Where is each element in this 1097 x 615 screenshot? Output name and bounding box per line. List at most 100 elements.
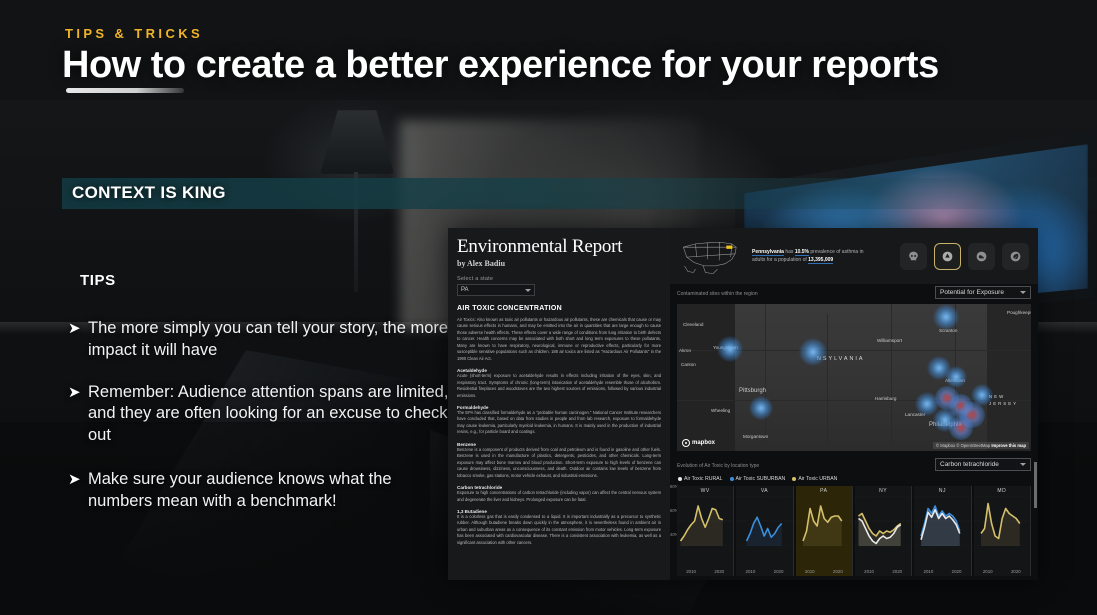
x-tick-label: 2010 <box>804 568 815 574</box>
chart-scrollbar[interactable] <box>1034 462 1037 508</box>
list-item: ➤ Remember: Audience attention spans are… <box>68 382 460 447</box>
x-tick-label: 2010 <box>745 568 756 574</box>
chart-x-axis: 2010 2020 <box>974 566 1030 576</box>
chart-x-axis: 2010 2020 <box>855 566 911 576</box>
pollutant-dropdown[interactable]: Carbon tetrachloride <box>935 458 1031 471</box>
droplet-triangle-icon-button[interactable] <box>934 242 961 270</box>
report-intro-text: Air Toxics: Also known as toxic air poll… <box>457 317 661 361</box>
tips-list: ➤ The more simply you can tell your stor… <box>68 318 460 532</box>
arrow-bullet-icon: ➤ <box>68 320 81 337</box>
map-attribution-link[interactable]: Improve this map <box>991 443 1026 448</box>
leaf-icon-button[interactable] <box>1002 242 1029 270</box>
legend-item-suburban[interactable]: Air Toxic SUBURBAN <box>729 476 786 482</box>
x-tick-label: 2020 <box>951 568 962 574</box>
small-multiple-plot <box>854 496 912 546</box>
map-attribution[interactable]: © Mapbox © OpenStreetMap Improve this ma… <box>933 442 1029 449</box>
small-multiple-plot <box>914 496 971 546</box>
x-tick-label: 2020 <box>773 568 784 574</box>
legend-swatch-icon <box>729 477 734 481</box>
small-multiple-va[interactable]: VA 2010 2020 <box>736 486 794 576</box>
state-select[interactable]: PA <box>457 284 535 296</box>
chart-panel: Evolution of Air Toxic by location type … <box>670 456 1038 580</box>
small-multiple-plot <box>795 496 852 546</box>
chart-x-axis: 2010 2020 <box>736 566 792 576</box>
map-hotspot[interactable] <box>945 366 967 388</box>
exposure-dropdown[interactable]: Potential for Exposure <box>935 286 1031 299</box>
exposure-dropdown-value: Potential for Exposure <box>940 289 1004 296</box>
tips-heading: TIPS <box>80 272 116 289</box>
chart-header: Evolution of Air Toxic by location type … <box>670 456 1038 476</box>
small-multiple-title: NJ <box>938 488 947 494</box>
map-hotspot[interactable] <box>717 336 743 362</box>
legend-item-urban[interactable]: Air Toxic URBAN <box>792 476 837 482</box>
map-hotspot[interactable] <box>933 408 957 432</box>
small-multiple-md[interactable]: MD 2010 2020 <box>973 486 1031 576</box>
x-tick-label: 2010 <box>923 568 934 574</box>
small-multiple-wv[interactable]: WV 2010 2020 <box>677 486 735 576</box>
kpi-strip: Pennsylvania has 10.5% prevalence of ast… <box>670 228 1038 284</box>
map-hotspot[interactable] <box>799 338 827 366</box>
cloud-icon-button[interactable] <box>968 242 995 270</box>
tip-text: Remember: Audience attention spans are l… <box>88 382 449 445</box>
legend-swatch-icon <box>792 477 797 481</box>
map-city-label: Harrisburg <box>875 396 897 401</box>
report-title: Environmental Report <box>457 236 623 257</box>
map-city-label: Cleveland <box>683 322 704 327</box>
x-tick-label: 2010 <box>686 568 696 574</box>
report-paragraph: It is a colorless gas that is easily con… <box>457 513 661 545</box>
report-paragraph: Acute (short-term) exposure to acetaldeh… <box>457 373 661 398</box>
report-paragraph: The EPA has classified formaldehyde as a… <box>457 409 661 435</box>
small-multiple-ny[interactable]: NY 2010 2020 <box>854 486 913 576</box>
legend-item-rural[interactable]: Air Toxic RURAL <box>678 476 723 482</box>
mapbox-logo: mapbox <box>682 439 715 447</box>
legend-label: Air Toxic SUBURBAN <box>735 476 786 482</box>
small-multiple-nj[interactable]: NJ 2010 2020 <box>914 486 972 576</box>
chart-x-axis: 2010 2020 <box>677 566 733 576</box>
map-hotspot[interactable] <box>749 396 773 420</box>
map-canvas[interactable]: NSYLVANIA NEW JERSEY Cleveland Akron You… <box>677 304 1031 451</box>
map-panel: Contaminated sites within the region Pot… <box>670 284 1038 456</box>
map-caption: Contaminated sites within the region <box>677 291 758 297</box>
skull-icon <box>909 251 918 260</box>
small-multiple-title: WV <box>700 488 710 494</box>
map-neighbor-label: NEW JERSEY <box>989 394 1019 406</box>
leaf-icon <box>1010 251 1021 261</box>
section-banner-label: CONTEXT IS KING <box>72 183 226 202</box>
arrow-bullet-icon: ➤ <box>68 470 81 488</box>
report-author: by Alex Badiu <box>457 259 506 268</box>
list-item: ➤ The more simply you can tell your stor… <box>68 318 460 362</box>
chart-title: Evolution of Air Toxic by location type <box>677 463 760 469</box>
droplet-triangle-icon <box>942 251 953 261</box>
small-multiple-title: VA <box>760 488 769 494</box>
small-multiple-plot <box>677 496 734 546</box>
kpi-population-value: 13,395,009 <box>808 257 834 264</box>
x-tick-label: 2020 <box>714 568 725 574</box>
report-section-title: AIR TOXIC CONCENTRATION <box>457 305 563 312</box>
dashboard-right-column: Pennsylvania has 10.5% prevalence of ast… <box>670 228 1038 580</box>
x-tick-label: 2010 <box>864 568 874 574</box>
map-header: Contaminated sites within the region Pot… <box>670 284 1038 304</box>
us-map-thumbnail <box>679 235 745 277</box>
legend-label: Air Toxic RURAL <box>684 476 723 482</box>
legend-label: Air Toxic URBAN <box>798 476 838 482</box>
small-multiple-plot <box>736 496 793 546</box>
chevron-down-icon <box>1020 463 1026 466</box>
map-city-label: Poughkeepsie <box>1007 310 1031 315</box>
pollutant-dropdown-value: Carbon tetrachloride <box>940 461 999 468</box>
x-tick-label: 2020 <box>1010 568 1021 574</box>
kpi-text-mid: has <box>785 249 794 255</box>
small-multiple-title: PA <box>820 488 828 494</box>
map-city-label: Williamsport <box>877 338 903 343</box>
report-paragraph: Exposure to high concentrations of carbo… <box>457 490 661 502</box>
tip-text: The more simply you can tell your story,… <box>88 319 449 359</box>
map-hotspot[interactable] <box>933 304 959 330</box>
chart-x-axis: 2010 2020 <box>914 566 970 576</box>
kicker-label: TIPS & TRICKS <box>65 26 204 41</box>
small-multiple-pa[interactable]: PA 2010 2020 <box>795 486 853 576</box>
map-city-label: Morgantown <box>743 434 769 439</box>
x-tick-label: 2010 <box>982 568 993 574</box>
skull-icon-button[interactable] <box>900 242 927 270</box>
dashboard-screenshot: Environmental Report by Alex Badiu Selec… <box>448 228 1038 580</box>
kpi-text: Pennsylvania has 10.5% prevalence of ast… <box>752 248 876 264</box>
map-region-east <box>987 304 1031 451</box>
